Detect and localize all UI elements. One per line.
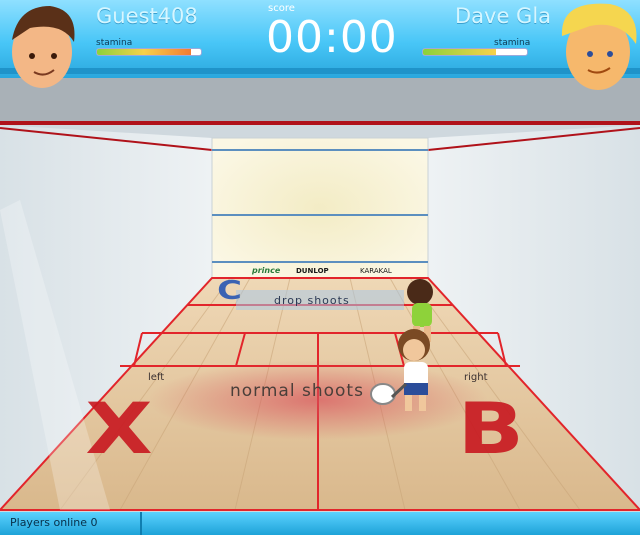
- ceiling: [0, 78, 640, 124]
- player1-name: Guest408: [96, 4, 198, 28]
- right-label: right: [464, 372, 488, 383]
- sponsor-prince: prince: [252, 266, 281, 275]
- player1-stamina-label: stamina: [96, 38, 133, 48]
- player1-avatar: [12, 6, 75, 88]
- player2-stamina-label: stamina: [494, 38, 531, 48]
- players-online: Players online 0: [10, 516, 98, 529]
- drop-key-letter: C: [217, 276, 242, 306]
- status-divider: [140, 512, 142, 535]
- player2-avatar: [561, 3, 637, 90]
- left-key-letter: X: [85, 388, 153, 470]
- match-timer: 00:00: [266, 12, 398, 63]
- top-red-line: [0, 121, 640, 125]
- player2-stamina-bar: [422, 48, 528, 56]
- player2-name: Dave Gla: [455, 4, 552, 28]
- left-label: left: [148, 372, 165, 383]
- front-wall: [211, 137, 429, 279]
- right-key-letter: B: [457, 388, 525, 470]
- drop-zone-label: drop shoots: [274, 294, 350, 307]
- player1-stamina-bar: [96, 48, 202, 56]
- sponsor-karakal: KARAKAL: [360, 267, 392, 275]
- normal-zone-label: normal shoots: [230, 381, 364, 401]
- sponsor-dunlop: DUNLOP: [296, 267, 329, 275]
